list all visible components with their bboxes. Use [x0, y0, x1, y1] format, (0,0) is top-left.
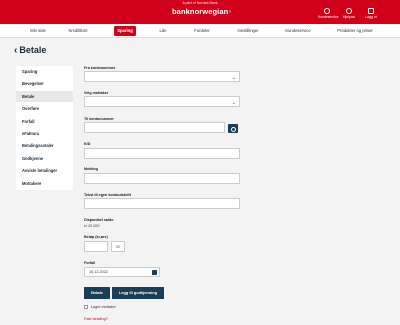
logo-swoosh-icon: ⁾: [229, 10, 231, 16]
sidebar-item-bevegelser[interactable]: Bevegelser: [16, 78, 73, 91]
available-balance-label: Disponibel saldo: [84, 218, 114, 222]
to-account-input[interactable]: [84, 122, 225, 133]
due-date-label: Forfall: [84, 261, 96, 265]
chevron-down-icon: ⌄: [231, 75, 236, 81]
page-title: Betale: [19, 45, 47, 55]
calendar-icon[interactable]: [152, 269, 157, 275]
kid-input[interactable]: [84, 148, 240, 159]
recipient-label: Velg mottaker: [84, 91, 109, 95]
message-label: Melding: [84, 167, 98, 171]
nav-fordeler[interactable]: Fordeler: [192, 24, 212, 38]
checkbox-icon: [84, 305, 88, 309]
amount-label: Beløp (kr,øre): [84, 235, 108, 239]
amount-kr-input[interactable]: [84, 241, 108, 252]
chevron-left-icon: ‹: [14, 45, 18, 56]
sidebar-item-efaktura[interactable]: eFaktura: [16, 128, 73, 141]
sidebar-item-mottakere[interactable]: Mottakere: [16, 178, 73, 190]
camera-icon[interactable]: [228, 124, 238, 133]
bank-logo[interactable]: banknorwegian⁾: [172, 7, 231, 16]
nav-innstillinger[interactable]: Innstillinger: [234, 24, 262, 38]
save-recipient-checkbox[interactable]: Lagre mottaker: [84, 305, 116, 309]
from-account-label: Fra kontonummer: [84, 66, 116, 70]
nav-min-side[interactable]: Min side: [28, 24, 48, 38]
own-text-input[interactable]: [84, 198, 240, 209]
from-account-select[interactable]: ⌄: [84, 71, 240, 82]
user-icon: [324, 8, 330, 14]
to-account-label: Til kontonummer: [84, 117, 114, 121]
nav-lan[interactable]: Lån: [157, 24, 169, 38]
chevron-down-icon: ⌄: [231, 100, 236, 106]
nav-kundeservice[interactable]: Kundeservice: [283, 24, 313, 38]
sidebar-item-betalingsavtaler[interactable]: Betalingsavtaler: [16, 140, 73, 153]
main-nav: Min side Kredittkort Sparing Lån Fordele…: [0, 24, 400, 38]
recipient-select[interactable]: ⌄: [84, 96, 240, 107]
sidebar-item-overfore[interactable]: Overføre: [16, 103, 73, 116]
kid-label: KID: [84, 142, 91, 146]
pay-button[interactable]: Betale: [84, 287, 110, 299]
due-date-input[interactable]: 15.12.2022: [84, 267, 160, 277]
help-button[interactable]: Hjelpcal: [340, 8, 358, 19]
back-button[interactable]: ‹ Betale: [14, 45, 46, 56]
nav-sparing[interactable]: Sparing: [114, 26, 136, 36]
nav-kredittkort[interactable]: Kredittkort: [64, 24, 92, 38]
message-input[interactable]: [84, 173, 240, 184]
sidebar-item-avviste-betalinger[interactable]: Avviste betalinger: [16, 165, 73, 178]
customer-service-button[interactable]: Kundeservice: [318, 8, 339, 19]
part-of-text: A part of Nordea Bank: [182, 1, 218, 5]
sidebar-item-betale[interactable]: Betale: [16, 90, 73, 104]
help-icon: [346, 8, 352, 14]
amount-ore-input[interactable]: 00: [111, 241, 125, 252]
nav-produkter-og-priser[interactable]: Produkter og priser: [335, 24, 375, 38]
logout-icon: [368, 8, 374, 14]
logout-button[interactable]: Logg ut: [362, 8, 380, 19]
approve-button[interactable]: Legg til godkjenning: [112, 287, 164, 299]
sidebar-item-sparing[interactable]: Sparing: [16, 66, 73, 79]
own-text-label: Tekst til egen kontoutskrift: [84, 193, 131, 197]
available-balance-value: kr 20 000: [84, 224, 100, 228]
sidebar-item-forfall[interactable]: Forfall: [16, 116, 73, 128]
fixed-payment-link[interactable]: Fast betaling?: [84, 317, 108, 321]
top-header: A part of Nordea Bank banknorwegian⁾ Kun…: [0, 0, 400, 24]
sidebar-item-godkjenne[interactable]: Godkjenne: [16, 153, 73, 166]
sidebar: Sparing Bevegelser Betale Overføre Forfa…: [16, 66, 73, 190]
